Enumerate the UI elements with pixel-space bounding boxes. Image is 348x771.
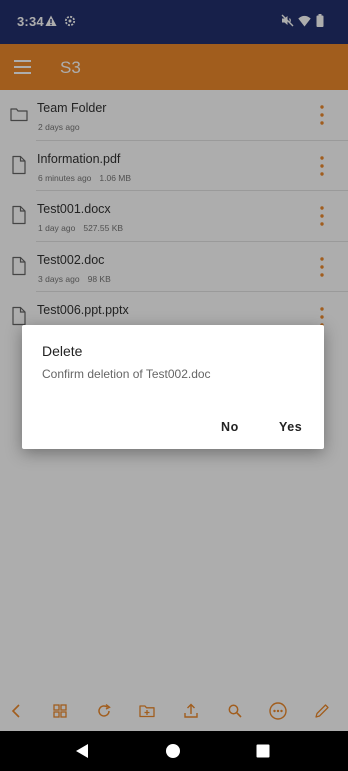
system-nav-bar xyxy=(0,731,348,771)
nav-recents-icon[interactable] xyxy=(256,744,270,763)
yes-button[interactable]: Yes xyxy=(279,420,302,434)
no-button[interactable]: No xyxy=(221,420,239,434)
nav-back-icon[interactable] xyxy=(75,743,91,764)
nav-home-icon[interactable] xyxy=(165,743,181,764)
dialog-message: Confirm deletion of Test002.doc xyxy=(42,367,211,381)
delete-dialog: Delete Confirm deletion of Test002.doc N… xyxy=(22,325,324,449)
dialog-title: Delete xyxy=(42,343,83,359)
